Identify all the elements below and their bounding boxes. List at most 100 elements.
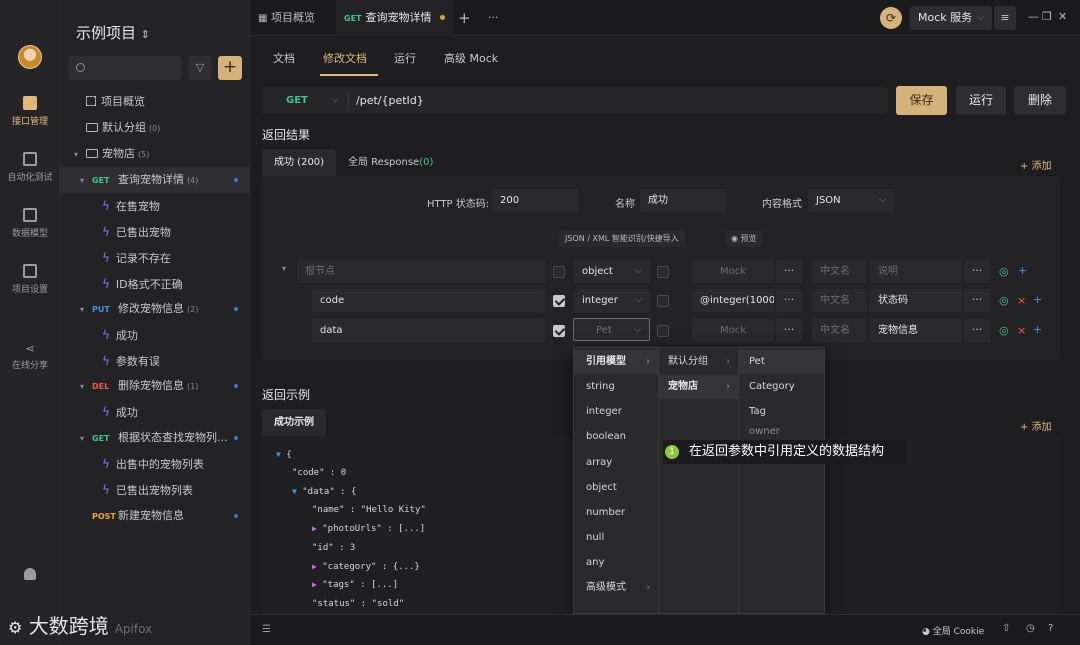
expand-icon[interactable]: ▶ — [312, 580, 317, 589]
new-tab-button[interactable]: + — [450, 0, 479, 36]
avatar[interactable] — [18, 45, 42, 69]
mock-input[interactable]: Mock — [692, 260, 774, 283]
menu-item-advanced-mode[interactable]: 高级模式 › — [574, 576, 658, 600]
tree-item-overview[interactable]: 项目概览 — [60, 89, 250, 115]
rail-item-data-model[interactable]: 数据模型 — [0, 208, 60, 239]
mock-input[interactable]: @integer(1000 — [692, 289, 774, 312]
restore-icon[interactable]: ❐ — [1042, 10, 1052, 23]
tree-item-default-group[interactable]: 默认分组 (0) — [60, 115, 250, 141]
save-button[interactable]: 保存 — [896, 86, 947, 115]
search-input[interactable] — [68, 56, 182, 80]
required-checkbox[interactable] — [553, 325, 565, 337]
rail-item-project-settings[interactable]: 项目设置 — [0, 264, 60, 295]
type-select-open[interactable]: Pet ⌵ — [573, 318, 650, 341]
add-example-link[interactable]: + 添加 — [1020, 418, 1052, 433]
tree-item-get-pet-detail[interactable]: ▾ GET 查询宠物详情 (4) — [60, 167, 250, 193]
nullable-checkbox[interactable] — [657, 295, 669, 307]
tree-item-case[interactable]: ϟ 已售出宠物列表 — [60, 477, 250, 503]
mock-more-button[interactable]: ··· — [776, 289, 802, 312]
menu-item-number[interactable]: number — [574, 501, 658, 525]
menu-item-integer[interactable]: integer — [574, 400, 658, 424]
upload-icon[interactable]: ⇧ — [1002, 623, 1010, 634]
subtab-run[interactable]: 运行 — [394, 50, 416, 66]
type-select[interactable]: integer ⌵ — [574, 289, 650, 312]
smart-import-button[interactable]: JSON / XML 智能识别/快捷导入 — [559, 231, 685, 247]
menu-item-object[interactable]: object — [574, 476, 658, 500]
add-button[interactable]: + — [218, 56, 242, 80]
menu-item-model-category[interactable]: Category — [739, 375, 824, 399]
method-select[interactable]: GET — [286, 87, 308, 114]
tree-item-case[interactable]: ϟ ID格式不正确 — [60, 271, 250, 297]
cn-name-input[interactable]: 中文名 — [812, 319, 867, 342]
field-name-input[interactable]: code — [312, 289, 545, 312]
add-response-link[interactable]: + 添加 — [1020, 157, 1052, 172]
subtab-advanced-mock[interactable]: 高级 Mock — [444, 50, 498, 66]
mock-more-button[interactable]: ··· — [776, 319, 802, 342]
tree-item-case[interactable]: ϟ 参数有误 — [60, 348, 250, 374]
tab-project-overview[interactable]: ▦ 项目概览 — [250, 0, 323, 36]
menu-item-string[interactable]: string — [574, 375, 658, 399]
close-icon[interactable]: ✕ — [1058, 10, 1067, 23]
bell-icon[interactable] — [24, 568, 36, 580]
add-sibling-icon[interactable]: + — [1033, 293, 1042, 306]
tree-item-case[interactable]: ϟ 已售出宠物 — [60, 219, 250, 245]
subtab-edit-doc[interactable]: 修改文档 — [323, 50, 367, 66]
rail-item-online-share[interactable]: ⋖ 在线分享 — [0, 342, 60, 371]
nullable-checkbox[interactable] — [657, 325, 669, 337]
description-input[interactable]: 说明 — [870, 260, 962, 283]
run-button[interactable]: 运行 — [956, 86, 1006, 115]
tree-item-case[interactable]: ϟ 成功 — [60, 322, 250, 348]
menu-item-ref-model[interactable]: 引用模型 › — [574, 350, 658, 374]
tab-get-pet-detail[interactable]: GET 查询宠物详情 — [336, 0, 453, 36]
settings-circle-icon[interactable]: ◎ — [999, 294, 1009, 307]
global-cookie-button[interactable]: ◕ 全局 Cookie — [922, 624, 984, 637]
menu-item-any[interactable]: any — [574, 551, 658, 575]
type-select[interactable]: object ⌵ — [574, 260, 650, 283]
tree-item-put-pet[interactable]: ▾ PUT 修改宠物信息 (2) — [60, 296, 250, 322]
cn-name-input[interactable]: 中文名 — [812, 289, 867, 312]
tree-item-case[interactable]: ϟ 在售宠物 — [60, 193, 250, 219]
tree-item-delete-pet[interactable]: ▾ DEL 删除宠物信息 (1) — [60, 373, 250, 399]
required-checkbox[interactable] — [553, 295, 565, 307]
delete-button[interactable]: 删除 — [1014, 86, 1066, 115]
menu-item-array[interactable]: array — [574, 451, 658, 475]
mock-service-select[interactable]: Mock 服务 ⌵ — [910, 6, 992, 30]
menu-item-pet-store[interactable]: 宠物店 › — [659, 375, 738, 399]
name-input[interactable]: 成功 — [640, 189, 726, 212]
field-name-input[interactable]: 根节点 — [297, 260, 545, 283]
menu-item-default-group[interactable]: 默认分组 › — [659, 350, 738, 374]
desc-more-button[interactable]: ··· — [964, 260, 990, 283]
settings-circle-icon[interactable]: ◎ — [999, 324, 1009, 337]
nullable-checkbox[interactable] — [657, 266, 669, 278]
cn-name-input[interactable]: 中文名 — [812, 260, 867, 283]
menu-item-boolean[interactable]: boolean — [574, 425, 658, 449]
mock-more-button[interactable]: ··· — [776, 260, 802, 283]
required-checkbox[interactable] — [553, 266, 565, 278]
tree-item-case[interactable]: ϟ 记录不存在 — [60, 245, 250, 271]
subtab-doc[interactable]: 文档 — [273, 50, 295, 66]
description-input[interactable]: 状态码 — [870, 289, 962, 312]
tab-global-response[interactable]: 全局 Response(0) — [336, 149, 445, 177]
more-tabs-button[interactable]: ··· — [480, 0, 507, 36]
help-icon[interactable]: ? — [1048, 623, 1053, 634]
minimize-icon[interactable]: — — [1028, 10, 1039, 23]
remove-icon[interactable]: × — [1017, 324, 1026, 337]
add-child-icon[interactable]: + — [1018, 264, 1027, 277]
description-input[interactable]: 宠物信息 — [870, 319, 962, 342]
format-select[interactable]: JSON ⌵ — [808, 189, 894, 212]
desc-more-button[interactable]: ··· — [964, 319, 990, 342]
url-input[interactable]: /pet/{petId} — [356, 87, 424, 114]
expand-icon[interactable]: ▶ — [312, 562, 317, 571]
tree-item-case[interactable]: ϟ 成功 — [60, 399, 250, 425]
mock-input[interactable]: Mock — [692, 319, 774, 342]
remove-icon[interactable]: × — [1017, 294, 1026, 307]
clock-icon[interactable]: ◷ — [1026, 623, 1035, 634]
sync-icon[interactable]: ⟳ — [880, 7, 902, 29]
menu-item-null[interactable]: null — [574, 526, 658, 550]
menu-button[interactable]: ≡ — [994, 6, 1016, 30]
tab-success-example[interactable]: 成功示例 — [262, 409, 326, 437]
desc-more-button[interactable]: ··· — [964, 289, 990, 312]
field-name-input[interactable]: data — [312, 319, 545, 342]
rail-item-automation-test[interactable]: 自动化测试 — [0, 152, 60, 183]
add-sibling-icon[interactable]: + — [1033, 323, 1042, 336]
